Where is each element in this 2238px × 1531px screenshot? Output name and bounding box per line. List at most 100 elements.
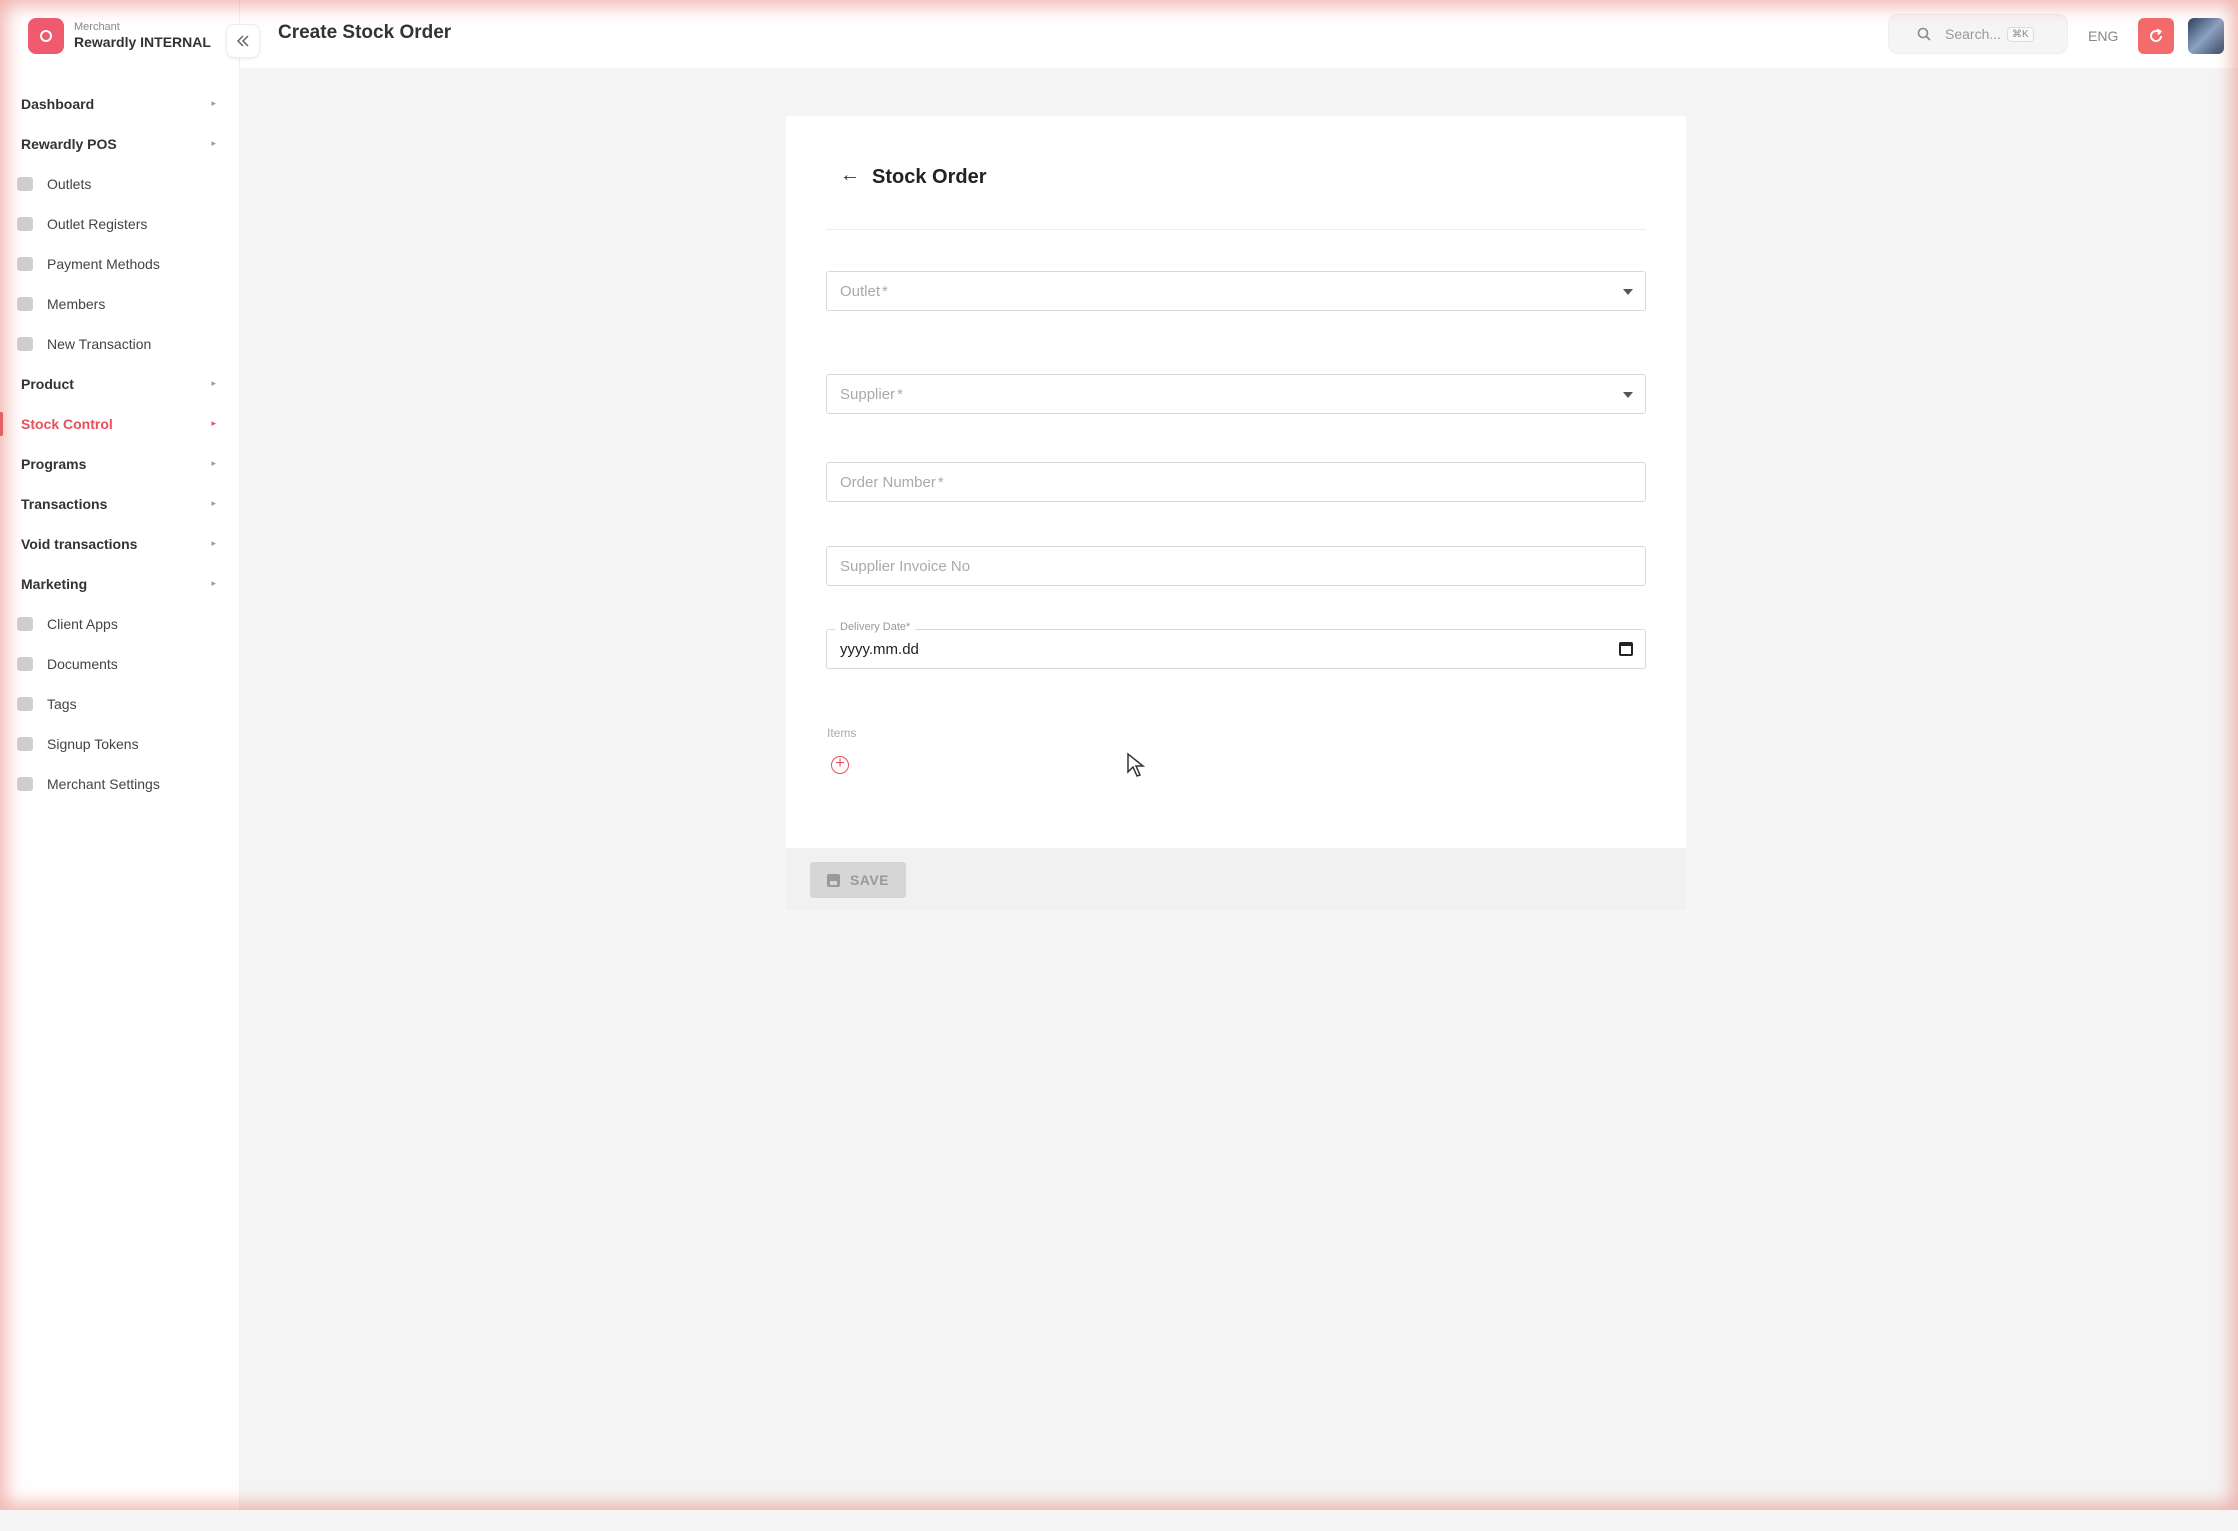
sidebar-item-label: Payment Methods	[47, 256, 160, 272]
save-button[interactable]: SAVE	[810, 862, 906, 898]
sidebar-item-label: Stock Control	[21, 416, 113, 432]
sidebar-item-label: Members	[47, 296, 106, 312]
back-arrow-icon[interactable]: ←	[840, 164, 860, 187]
items-label: Items	[827, 726, 857, 740]
required-marker: *	[897, 385, 903, 403]
sidebar-item-tags[interactable]: Tags	[0, 684, 240, 724]
supplier-invoice-input[interactable]: Supplier Invoice No	[826, 546, 1646, 586]
sidebar-item-client-apps[interactable]: Client Apps	[0, 604, 240, 644]
avatar[interactable]	[2188, 18, 2224, 54]
sidebar-item-label: Dashboard	[21, 96, 95, 112]
sidebar-item-label: Outlet Registers	[47, 216, 148, 232]
sidebar-item-stock-control[interactable]: Stock Control ▸	[0, 404, 240, 444]
calendar-icon[interactable]	[1619, 642, 1633, 656]
sidebar-item-signup-tokens[interactable]: Signup Tokens	[0, 724, 240, 764]
sidebar-nav: Dashboard ▸ Rewardly POS ▸ Outlets Outlet Reg…	[0, 84, 240, 804]
sidebar-item-label: Programs	[21, 456, 87, 472]
member-icon	[17, 297, 33, 311]
store-icon	[17, 177, 33, 191]
sidebar-item-label: Transactions	[21, 496, 108, 512]
sidebar-item-outlet-registers[interactable]: Outlet Registers	[0, 204, 240, 244]
sidebar-item-label: Merchant Settings	[47, 776, 160, 792]
sidebar-item-label: Product	[21, 376, 74, 392]
sidebar-item-members[interactable]: Members	[0, 284, 240, 324]
payment-icon	[17, 257, 33, 271]
mouse-cursor-icon	[1127, 752, 1146, 777]
brand-name: Rewardly INTERNAL	[74, 34, 211, 51]
caret-right-icon: ▸	[211, 138, 216, 148]
transaction-icon	[17, 337, 33, 351]
search-shortcut: ⌘K	[2007, 26, 2034, 42]
sidebar-item-programs[interactable]: Programs ▸	[0, 444, 240, 484]
supplier-label: Supplier	[840, 385, 896, 403]
sidebar-item-label: New Transaction	[47, 336, 152, 352]
caret-right-icon: ▸	[211, 538, 216, 548]
delivery-date-label: Delivery Date*	[835, 621, 916, 633]
sidebar-item-label: Tags	[47, 696, 77, 712]
search-icon	[1917, 27, 1931, 41]
sidebar-item-documents[interactable]: Documents	[0, 644, 240, 684]
refresh-icon	[2150, 28, 2163, 42]
sidebar-item-dashboard[interactable]: Dashboard ▸	[0, 84, 240, 124]
brand: Merchant Rewardly INTERNAL	[28, 18, 211, 54]
sidebar-item-label: Rewardly POS	[21, 136, 117, 152]
refresh-button[interactable]	[2138, 18, 2174, 54]
sidebar-item-label: Client Apps	[47, 616, 118, 632]
token-icon	[17, 737, 33, 751]
settings-icon	[17, 777, 33, 791]
sidebar-item-new-transaction[interactable]: New Transaction	[0, 324, 240, 364]
sidebar-item-product[interactable]: Product ▸	[0, 364, 240, 404]
brand-logo	[28, 18, 64, 54]
caret-right-icon: ▸	[211, 498, 216, 508]
sidebar-item-label: Outlets	[47, 176, 92, 192]
sidebar-item-rewardly-pos[interactable]: Rewardly POS ▸	[0, 124, 240, 164]
card-header: ← Stock Order	[826, 164, 1646, 230]
search-box[interactable]: Search... ⌘K	[1888, 14, 2068, 54]
sidebar-item-void-transactions[interactable]: Void transactions ▸	[0, 524, 240, 564]
outlet-label: Outlet	[840, 282, 881, 300]
double-chevron-left-icon	[236, 35, 249, 47]
page-title: Create Stock Order	[278, 22, 452, 43]
sidebar-item-payment-methods[interactable]: Payment Methods	[0, 244, 240, 284]
sidebar-item-label: Signup Tokens	[47, 736, 139, 752]
outlet-select[interactable]: Outlet *	[826, 271, 1646, 311]
supplier-select[interactable]: Supplier *	[826, 374, 1646, 414]
sidebar-item-outlets[interactable]: Outlets	[0, 164, 240, 204]
floppy-disk-icon	[826, 873, 840, 887]
tag-icon	[17, 697, 33, 711]
required-marker: *	[882, 282, 888, 300]
sidebar-item-label: Marketing	[21, 576, 88, 592]
caret-right-icon: ▸	[211, 418, 216, 428]
collapse-sidebar-button[interactable]	[226, 24, 260, 58]
delivery-date-input[interactable]: Delivery Date* yyyy.mm.dd	[826, 621, 1646, 669]
client-apps-icon	[17, 617, 33, 631]
caret-right-icon: ▸	[211, 98, 216, 108]
language-selector[interactable]: ENG	[2088, 28, 2118, 44]
order-number-input[interactable]: Order Number *	[826, 462, 1646, 502]
sidebar-item-transactions[interactable]: Transactions ▸	[0, 484, 240, 524]
add-item-icon[interactable]: +	[831, 756, 849, 774]
sidebar-item-merchant-settings[interactable]: Merchant Settings	[0, 764, 240, 804]
caret-right-icon: ▸	[211, 578, 216, 588]
stock-order-card: ← Stock Order Outlet * Supplier * Order Nu…	[786, 116, 1686, 848]
documents-icon	[17, 657, 33, 671]
brand-subtitle: Merchant	[74, 21, 120, 34]
chevron-down-icon	[1623, 392, 1633, 398]
top-header: Create Stock Order Search... ⌘K ENG	[240, 0, 2238, 68]
bottom-strip	[0, 1510, 2238, 1531]
caret-right-icon: ▸	[211, 458, 216, 468]
supplier-invoice-label: Supplier Invoice No	[840, 557, 971, 575]
order-number-label: Order Number	[840, 473, 936, 491]
sidebar-item-label: Void transactions	[21, 536, 138, 552]
card-footer: SAVE	[786, 848, 1686, 910]
caret-right-icon: ▸	[211, 378, 216, 388]
register-icon	[17, 217, 33, 231]
card-title: Stock Order	[872, 166, 987, 188]
delivery-date-value: yyyy.mm.dd	[840, 640, 919, 658]
save-label: SAVE	[849, 872, 890, 888]
sidebar-item-marketing[interactable]: Marketing ▸	[0, 564, 240, 604]
sidebar-item-label: Documents	[47, 656, 118, 672]
required-marker: *	[937, 473, 944, 491]
sidebar: Merchant Rewardly INTERNAL Dashboard ▸ Rew…	[0, 0, 240, 1531]
search-placeholder: Search...	[1945, 26, 2002, 42]
